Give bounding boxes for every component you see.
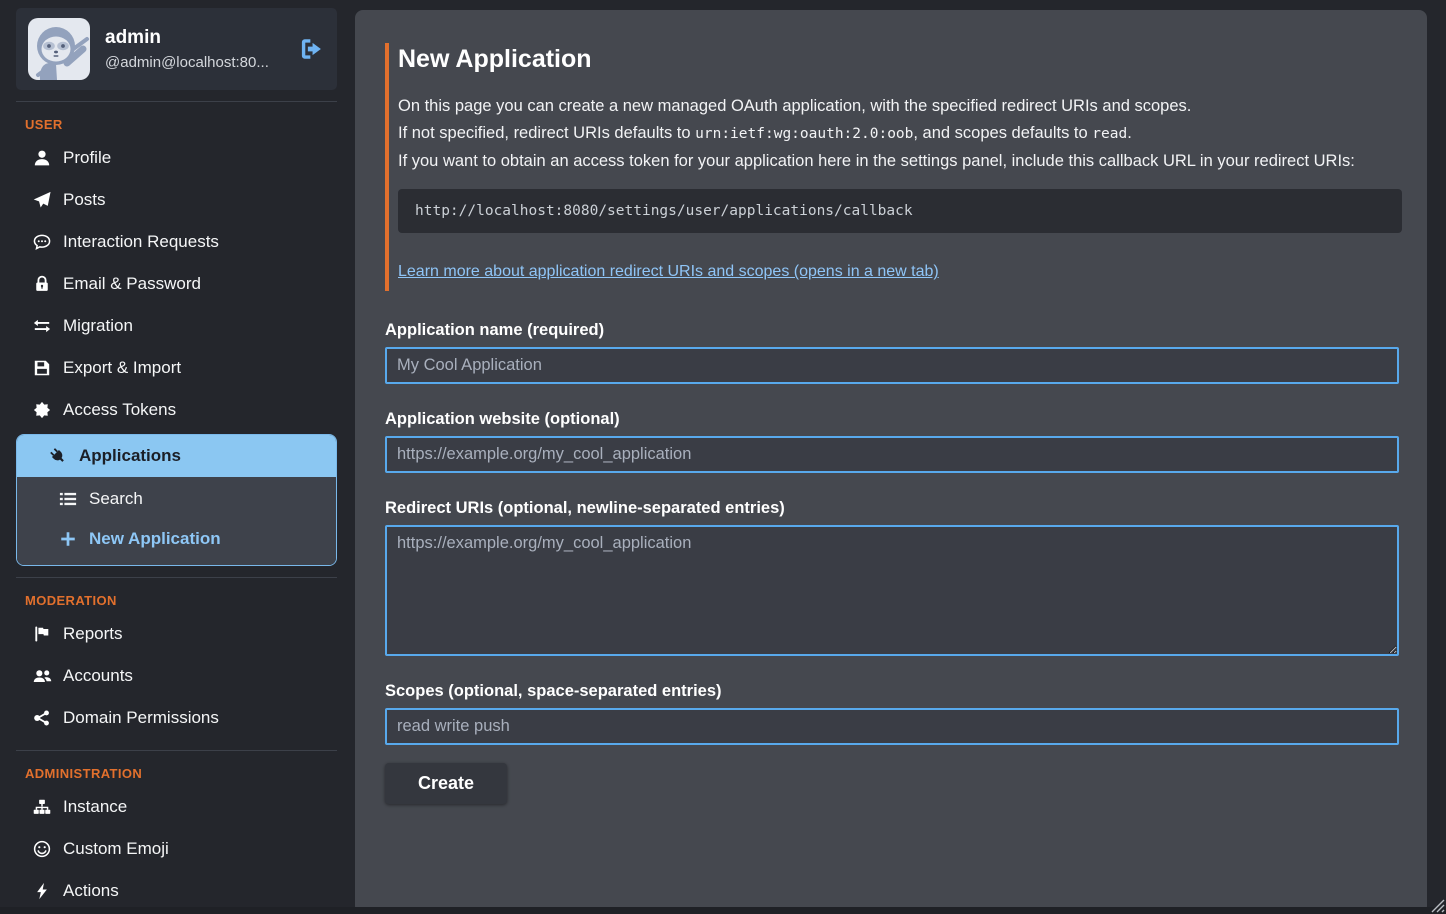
page-title: New Application xyxy=(398,45,1402,74)
intro-line-2: If not specified, redirect URIs defaults… xyxy=(398,121,1402,145)
sidebar-item-label: Applications xyxy=(79,446,181,466)
paper-plane-icon xyxy=(31,191,53,209)
scopes-label: Scopes (optional, space-separated entrie… xyxy=(385,682,1399,701)
list-icon xyxy=(57,490,79,508)
callback-url-code-block: http://localhost:8080/settings/user/appl… xyxy=(398,189,1402,233)
sidebar-item-custom-emoji[interactable]: Custom Emoji xyxy=(0,828,355,870)
sidebar-item-label: Actions xyxy=(63,881,119,901)
sidebar-item-reports[interactable]: Reports xyxy=(0,613,355,655)
sidebar-item-migration[interactable]: Migration xyxy=(0,305,355,347)
application-website-label: Application website (optional) xyxy=(385,410,1399,429)
sidebar-item-actions[interactable]: Actions xyxy=(0,870,355,912)
intro-line-3: If you want to obtain an access token fo… xyxy=(398,149,1402,173)
plus-icon xyxy=(57,530,79,548)
scopes-input[interactable] xyxy=(385,708,1399,745)
create-button[interactable]: Create xyxy=(385,763,507,804)
certificate-icon xyxy=(31,401,53,419)
exchange-arrows-icon xyxy=(31,317,53,335)
user-card: admin @admin@localhost:80... xyxy=(16,8,337,90)
sidebar-item-label: Reports xyxy=(63,624,123,644)
sidebar-item-label: Custom Emoji xyxy=(63,839,169,859)
sidebar-item-profile[interactable]: Profile xyxy=(0,137,355,179)
sidebar-item-label: Posts xyxy=(63,190,106,210)
users-icon xyxy=(31,667,53,685)
lock-icon xyxy=(31,275,53,293)
sidebar-item-label: Instance xyxy=(63,797,127,817)
applications-group: Applications Search xyxy=(16,434,337,566)
flag-icon xyxy=(31,625,53,643)
application-name-input[interactable] xyxy=(385,347,1399,384)
applications-submenu: Search New Application xyxy=(17,477,336,565)
intro-line-1: On this page you can create a new manage… xyxy=(398,94,1402,118)
sidebar-item-access-tokens[interactable]: Access Tokens xyxy=(0,389,355,431)
user-icon xyxy=(31,149,53,167)
sidebar-section-administration: ADMINISTRATION xyxy=(25,766,355,781)
plug-icon xyxy=(47,447,69,465)
sidebar-item-label: Domain Permissions xyxy=(63,708,219,728)
sidebar-item-accounts[interactable]: Accounts xyxy=(0,655,355,697)
intro-section: New Application On this page you can cre… xyxy=(385,43,1402,291)
window-bottom-edge xyxy=(0,907,1446,914)
sidebar-item-interaction-requests[interactable]: Interaction Requests xyxy=(0,221,355,263)
read-code: read xyxy=(1092,126,1127,142)
sidebar-item-label: New Application xyxy=(89,529,221,549)
sidebar: admin @admin@localhost:80... USER Profil… xyxy=(0,0,355,914)
share-nodes-icon xyxy=(31,709,53,727)
new-application-form: Application name (required) Application … xyxy=(385,321,1399,804)
sidebar-divider xyxy=(16,577,337,578)
sidebar-item-label: Interaction Requests xyxy=(63,232,219,252)
application-name-label: Application name (required) xyxy=(385,321,1399,340)
sidebar-item-applications[interactable]: Applications xyxy=(17,435,336,477)
window-resize-grip[interactable] xyxy=(1427,895,1445,913)
sidebar-item-label: Migration xyxy=(63,316,133,336)
user-handle: @admin@localhost:80... xyxy=(105,54,282,71)
user-meta: admin @admin@localhost:80... xyxy=(105,27,282,71)
floppy-disk-icon xyxy=(31,359,53,377)
sidebar-divider xyxy=(16,101,337,102)
comment-dots-icon xyxy=(31,233,53,251)
sidebar-item-label: Accounts xyxy=(63,666,133,686)
sidebar-item-applications-search[interactable]: Search xyxy=(17,479,336,519)
user-display-name: admin xyxy=(105,27,282,49)
sidebar-item-label: Export & Import xyxy=(63,358,181,378)
sidebar-divider xyxy=(16,750,337,751)
oob-code: urn:ietf:wg:oauth:2.0:oob xyxy=(695,126,913,142)
sidebar-item-export-import[interactable]: Export & Import xyxy=(0,347,355,389)
sidebar-item-label: Email & Password xyxy=(63,274,201,294)
sloth-avatar xyxy=(28,18,90,80)
smiley-icon xyxy=(31,840,53,858)
sitemap-icon xyxy=(31,798,53,816)
sidebar-item-label: Profile xyxy=(63,148,111,168)
redirect-uris-label: Redirect URIs (optional, newline-separat… xyxy=(385,499,1399,518)
sign-out-icon[interactable] xyxy=(297,35,325,63)
sidebar-item-label: Access Tokens xyxy=(63,400,176,420)
sidebar-item-email-password[interactable]: Email & Password xyxy=(0,263,355,305)
sidebar-item-label: Search xyxy=(89,489,143,509)
sidebar-section-user: USER xyxy=(25,117,355,132)
learn-more-link[interactable]: Learn more about application redirect UR… xyxy=(398,263,939,281)
application-website-input[interactable] xyxy=(385,436,1399,473)
main-panel: New Application On this page you can cre… xyxy=(355,10,1427,914)
settings-window: admin @admin@localhost:80... USER Profil… xyxy=(0,0,1446,914)
bolt-icon xyxy=(31,882,53,900)
sidebar-item-domain-permissions[interactable]: Domain Permissions xyxy=(0,697,355,739)
redirect-uris-textarea[interactable] xyxy=(385,525,1399,656)
sidebar-section-moderation: MODERATION xyxy=(25,593,355,608)
sidebar-item-posts[interactable]: Posts xyxy=(0,179,355,221)
sidebar-item-new-application[interactable]: New Application xyxy=(17,519,336,559)
sidebar-item-instance[interactable]: Instance xyxy=(0,786,355,828)
